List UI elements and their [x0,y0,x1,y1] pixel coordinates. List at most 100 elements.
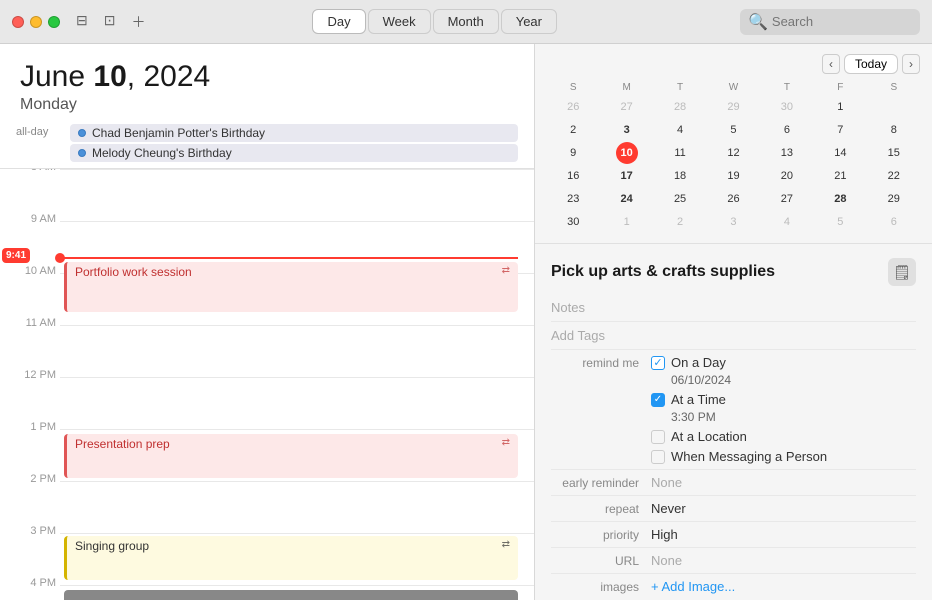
cal-day[interactable]: 1 [616,211,638,233]
at-a-location-checkbox[interactable] [651,430,665,444]
on-a-day-checkbox[interactable]: ✓ [651,356,665,370]
event-presentation[interactable]: ⇄ Presentation prep [64,434,518,478]
cal-prev-button[interactable]: ‹ [822,54,840,74]
time-label: 10 AM [8,265,56,277]
cal-day[interactable]: 29 [722,96,744,118]
cal-day[interactable]: 4 [669,119,691,141]
repeat-value: Never [651,501,916,516]
cal-day[interactable]: 21 [829,165,851,187]
event-pickup[interactable]: Pick up arts & crafts supplies [64,590,518,600]
cal-day[interactable]: 6 [883,211,905,233]
event-title: Singing group [75,539,510,553]
cal-day[interactable]: 11 [669,142,691,164]
cal-day[interactable]: 27 [776,188,798,210]
search-input[interactable] [772,14,912,29]
cal-day[interactable]: 2 [562,119,584,141]
cal-day[interactable]: 30 [562,211,584,233]
cal-day[interactable]: 12 [722,142,744,164]
cal-day[interactable]: 20 [776,165,798,187]
note-button[interactable]: 🗒 [888,258,916,286]
cal-day[interactable]: 16 [562,165,584,187]
cal-day[interactable]: 6 [776,119,798,141]
event-portfolio[interactable]: ⇄ Portfolio work session [64,262,518,312]
event-detail-panel: Pick up arts & crafts supplies 🗒 Notes A… [535,244,932,600]
cal-day[interactable]: 23 [562,188,584,210]
at-a-time-label: At a Time [671,392,726,407]
nav-year-button[interactable]: Year [501,9,557,34]
cal-day[interactable]: 17 [616,165,638,187]
time-slot-11am: 11 AM [60,325,534,377]
nav-day-button[interactable]: Day [312,9,365,34]
inbox-icon[interactable]: ⊡ [104,12,116,32]
cal-day[interactable]: 15 [883,142,905,164]
at-a-time-checkbox[interactable]: ✓ [651,393,665,407]
images-label: images [551,579,651,594]
cal-day[interactable]: 19 [722,165,744,187]
cal-header-t1: T [654,80,706,95]
cal-day[interactable]: 25 [669,188,691,210]
cal-day[interactable]: 9 [562,142,584,164]
cal-day[interactable]: 5 [829,211,851,233]
event-color-dot [78,129,86,137]
event-detail-title: Pick up arts & crafts supplies [551,263,775,281]
sidebar-toggle-icon[interactable]: ⊟ [76,12,88,32]
allday-event-title: Melody Cheung's Birthday [92,146,232,160]
cal-day[interactable]: 24 [616,188,638,210]
cal-day[interactable]: 29 [883,188,905,210]
today-button[interactable]: Today [844,54,898,74]
close-button[interactable] [12,16,24,28]
repeat-icon: ⇄ [502,539,510,550]
cal-day[interactable]: 2 [669,211,691,233]
cal-today[interactable]: 10 [616,142,638,164]
cal-day[interactable]: 28 [669,96,691,118]
cal-day[interactable]: 7 [829,119,851,141]
time-slot-12pm: 12 PM [60,377,534,429]
event-singing[interactable]: ⇄ Singing group [64,536,518,580]
cal-day[interactable]: 22 [883,165,905,187]
when-messaging-checkbox[interactable] [651,450,665,464]
event-title: Presentation prep [75,437,510,451]
date-header: June 10, 2024 Monday [0,44,534,122]
cal-day[interactable]: 26 [722,188,744,210]
cal-day[interactable]: 27 [616,96,638,118]
priority-value: High [651,527,916,542]
cal-day[interactable]: 28 [829,188,851,210]
cal-day[interactable]: 8 [883,119,905,141]
right-panel: ‹ Today › S M T W T F S 26 27 28 29 30 1 [535,44,932,600]
remind-me-label: remind me [551,355,651,370]
time-label: 9 AM [8,213,56,225]
cal-day[interactable] [883,96,905,118]
time-label: 8 AM [8,169,56,173]
mini-calendar: ‹ Today › S M T W T F S 26 27 28 29 30 1 [535,44,932,244]
nav-week-button[interactable]: Week [368,9,431,34]
day-label: 10 [93,60,126,93]
fullscreen-button[interactable] [48,16,60,28]
cal-day[interactable]: 5 [722,119,744,141]
on-a-day-line: ✓ On a Day [651,355,916,370]
cal-day[interactable]: 30 [776,96,798,118]
cal-day[interactable]: 26 [562,96,584,118]
tags-field[interactable]: Add Tags [551,322,916,350]
notes-field[interactable]: Notes [551,294,916,322]
cal-day[interactable]: 14 [829,142,851,164]
remind-me-row: remind me ✓ On a Day 06/10/2024 ✓ At a T… [551,350,916,470]
search-box: 🔍 [740,9,920,35]
cal-day[interactable]: 4 [776,211,798,233]
cal-next-button[interactable]: › [902,54,920,74]
add-icon[interactable]: ＋ [131,12,145,32]
cal-day[interactable]: 3 [616,119,638,141]
minimize-button[interactable] [30,16,42,28]
cal-day[interactable]: 1 [829,96,851,118]
cal-day[interactable]: 3 [722,211,744,233]
cal-day[interactable]: 13 [776,142,798,164]
time-label: 2 PM [8,473,56,485]
add-image-button[interactable]: + Add Image... [651,579,916,594]
cal-day[interactable]: 18 [669,165,691,187]
nav-month-button[interactable]: Month [433,9,499,34]
time-slot-8am: 8 AM [60,169,534,221]
allday-event-1[interactable]: Chad Benjamin Potter's Birthday [70,124,518,142]
time-label: 12 PM [8,369,56,381]
allday-event-2[interactable]: Melody Cheung's Birthday [70,144,518,162]
time-label: 11 AM [8,317,56,329]
toolbar-icons: ⊟ ⊡ ＋ [76,12,145,32]
